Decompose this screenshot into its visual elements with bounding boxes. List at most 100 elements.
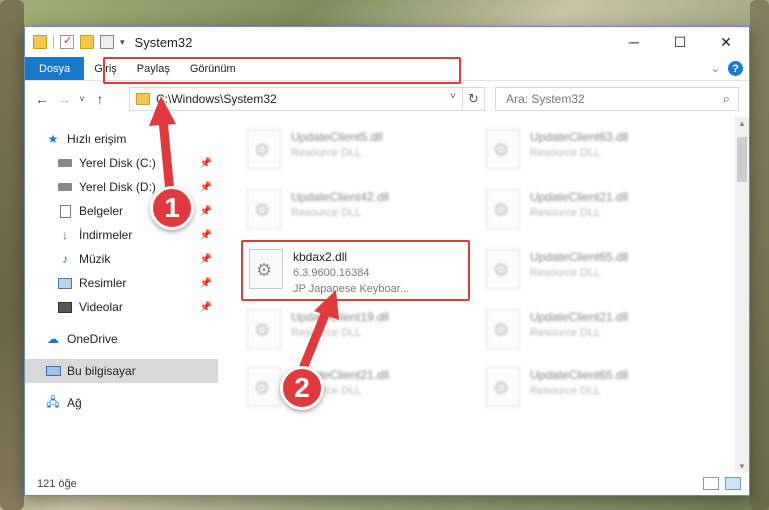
video-icon xyxy=(57,300,73,314)
refresh-icon[interactable]: ↻ xyxy=(462,88,484,110)
dll-file-icon xyxy=(486,249,520,289)
back-arrow-icon[interactable]: ← xyxy=(31,91,53,107)
file-item[interactable]: UpdateClient19.dll Resource DLL xyxy=(241,303,466,359)
file-name: UpdateClient21.dll xyxy=(530,310,629,324)
dll-file-icon xyxy=(247,367,281,407)
file-name: UpdateClient65.dll xyxy=(530,368,629,382)
dll-file-icon xyxy=(247,309,281,349)
scroll-up-icon[interactable]: ▲ xyxy=(735,119,749,128)
document-icon xyxy=(57,204,73,218)
address-path: C:\Windows\System32 xyxy=(156,92,277,106)
sidebar-item-local-disk-c[interactable]: Yerel Disk (C:) 📌 xyxy=(25,151,218,175)
search-input[interactable]: Ara: System32 ⌕ xyxy=(495,87,739,111)
tiles-view-icon[interactable] xyxy=(725,477,741,490)
window-controls: ─ ☐ ✕ xyxy=(611,27,749,57)
properties-icon[interactable]: ✓ xyxy=(60,35,74,49)
minimize-button[interactable]: ─ xyxy=(611,27,657,57)
pin-icon[interactable]: 📌 xyxy=(200,182,212,193)
search-icon[interactable]: ⌕ xyxy=(723,91,730,107)
sidebar-item-label: Resimler xyxy=(79,276,127,290)
sidebar-item-label: Hızlı erişim xyxy=(67,132,127,146)
background-tree xyxy=(0,0,24,510)
vertical-scrollbar[interactable]: ▲ ▼ xyxy=(735,117,749,473)
sidebar-item-label: Bu bilgisayar xyxy=(67,364,136,378)
file-name: UpdateClient65.dll xyxy=(530,250,629,264)
dll-file-icon xyxy=(486,129,520,169)
dll-file-icon xyxy=(486,309,520,349)
help-icon[interactable]: ? xyxy=(728,61,743,76)
cloud-icon: ☁ xyxy=(47,332,59,346)
background-tree xyxy=(750,0,769,510)
sidebar-item-label: Belgeler xyxy=(79,204,124,218)
file-description: Resource DLL xyxy=(291,327,362,339)
file-item[interactable]: UpdateClient65.dll Resource DLL xyxy=(480,361,705,417)
file-item[interactable]: UpdateClient21.dll Resource DLL xyxy=(480,183,705,239)
sidebar-item-label: OneDrive xyxy=(67,332,118,346)
close-button[interactable]: ✕ xyxy=(703,27,749,57)
download-icon: ↓ xyxy=(62,228,68,242)
scrollbar-thumb[interactable] xyxy=(737,137,747,182)
step-1-badge: 1 xyxy=(150,186,194,230)
tab-file[interactable]: Dosya xyxy=(25,57,85,80)
sidebar-item-music[interactable]: ♪ Müzik 📌 xyxy=(25,247,218,271)
forward-arrow-icon[interactable]: → xyxy=(53,91,75,107)
folder-icon[interactable] xyxy=(33,35,47,49)
file-description: Resource DLL xyxy=(530,147,601,159)
title-bar: ✓ ▾ System32 ─ ☐ ✕ xyxy=(25,27,749,57)
file-item[interactable]: UpdateClient21.dllResource DLL xyxy=(241,361,466,417)
file-item[interactable]: UpdateClient42.dll Resource DLL xyxy=(241,183,466,239)
details-view-icon[interactable] xyxy=(703,477,719,490)
scroll-down-icon[interactable]: ▼ xyxy=(735,462,749,471)
divider xyxy=(53,35,54,49)
pin-icon[interactable]: 📌 xyxy=(200,230,212,241)
sidebar-item-label: Müzik xyxy=(79,252,111,266)
file-item[interactable]: UpdateClient65.dll Resource DLL xyxy=(480,243,705,299)
sidebar-item-network[interactable]: 🖧 Ağ xyxy=(25,391,218,415)
file-description: Resource DLL xyxy=(530,385,601,397)
pin-icon[interactable]: 📌 xyxy=(200,302,212,313)
dll-file-icon xyxy=(486,367,520,407)
up-arrow-icon[interactable]: ↑ xyxy=(89,91,111,107)
chevron-down-icon[interactable]: ▾ xyxy=(120,37,125,48)
maximize-button[interactable]: ☐ xyxy=(657,27,703,57)
drive-icon xyxy=(57,180,73,194)
sidebar-item-downloads[interactable]: ↓ İndirmeler 📌 xyxy=(25,223,218,247)
pin-icon[interactable]: 📌 xyxy=(200,206,212,217)
pin-icon[interactable]: 📌 xyxy=(200,158,212,169)
sidebar-item-this-pc[interactable]: Bu bilgisayar xyxy=(25,359,218,383)
sidebar-item-label: İndirmeler xyxy=(79,228,133,242)
file-name: UpdateClient5.dll xyxy=(291,130,383,144)
new-folder-icon[interactable] xyxy=(80,35,94,49)
sidebar-item-onedrive[interactable]: ☁ OneDrive xyxy=(25,327,218,351)
network-icon: 🖧 xyxy=(46,394,60,409)
expand-ribbon-icon[interactable]: ⌄ xyxy=(711,62,720,75)
recent-chevron-icon[interactable]: ˅ xyxy=(75,94,89,104)
folder-icon xyxy=(136,93,150,105)
chevron-down-icon[interactable]: ˅ xyxy=(450,91,456,102)
sidebar-item-label: Yerel Disk (D:) xyxy=(79,180,156,194)
file-item[interactable]: UpdateClient63.dll Resource DLL xyxy=(480,123,705,179)
customize-icon[interactable] xyxy=(100,35,114,49)
quick-access-toolbar: ✓ ▾ xyxy=(25,35,125,49)
address-bar[interactable]: C:\Windows\System32 ˅ ↻ xyxy=(129,87,485,111)
file-description: Resource DLL xyxy=(530,207,601,219)
dll-file-icon xyxy=(247,129,281,169)
sidebar-item-label: Ağ xyxy=(67,396,82,410)
sidebar-item-pictures[interactable]: Resimler 📌 xyxy=(25,271,218,295)
file-item[interactable]: UpdateClient5.dll Resource DLL xyxy=(241,123,466,179)
star-icon: ★ xyxy=(47,132,59,146)
file-item[interactable]: UpdateClient21.dllResource DLL xyxy=(480,303,705,359)
file-highlight xyxy=(241,240,470,301)
file-name: UpdateClient63.dll xyxy=(530,130,629,144)
file-description: Resource DLL xyxy=(530,267,601,279)
address-row: ← → ˅ ↑ C:\Windows\System32 ˅ ↻ Ara: Sys… xyxy=(25,81,749,117)
step-2-badge: 2 xyxy=(280,366,324,410)
status-bar: 121 öğe xyxy=(25,473,749,495)
file-description: Resource DLL xyxy=(291,207,362,219)
window-title: System32 xyxy=(134,34,193,50)
sidebar-item-quick-access[interactable]: ★ Hızlı erişim xyxy=(25,127,218,151)
sidebar-item-videos[interactable]: Videolar 📌 xyxy=(25,295,218,319)
pin-icon[interactable]: 📌 xyxy=(200,254,212,265)
file-name: UpdateClient21.dll xyxy=(530,190,629,204)
pin-icon[interactable]: 📌 xyxy=(200,278,212,289)
